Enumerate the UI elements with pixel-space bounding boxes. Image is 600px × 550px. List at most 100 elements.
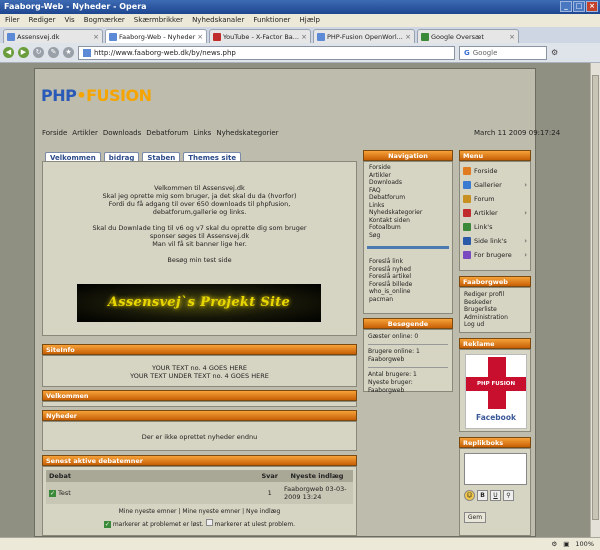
nav-item[interactable]: Fotoalbum (369, 224, 447, 232)
browser-tab-active[interactable]: Faaborg-Web - Nyheder × (105, 29, 207, 43)
maximize-button[interactable]: □ (573, 1, 585, 12)
bold-icon[interactable]: B (477, 490, 488, 501)
menu-bogmaerker[interactable]: Bogmærker (84, 16, 125, 25)
menu-item-for-brugere[interactable]: For brugere › (460, 250, 530, 260)
suggest-item[interactable]: Foreslå link (369, 258, 447, 266)
menu-item-forside[interactable]: Forside (460, 166, 530, 180)
view-icon[interactable]: ▣ (563, 540, 569, 548)
menu-funktioner[interactable]: Funktioner (253, 16, 290, 25)
zoom-level[interactable]: 100% (575, 540, 594, 548)
menu-item-side-links[interactable]: Side link's › (460, 236, 530, 250)
user-link[interactable]: Brugerliste (464, 306, 526, 314)
navigation-list: Forside Artikler Downloads FAQ Debatforu… (364, 162, 452, 241)
browser-tab[interactable]: Google Oversæt × (417, 29, 519, 43)
url-field[interactable]: http://www.faaborg-web.dk/by/news.php (78, 45, 455, 60)
site-logo[interactable]: PHP•FUSION (41, 86, 152, 118)
menu-skaermbrikker[interactable]: Skærmbrikker (134, 16, 183, 25)
minimize-button[interactable]: _ (560, 1, 572, 12)
nav-item[interactable]: FAQ (369, 187, 447, 195)
nav-link-nyhedskategorier[interactable]: Nyhedskategorier (216, 129, 278, 137)
nav-link-artikler[interactable]: Artikler (72, 129, 98, 137)
nav-item[interactable]: Debatforum (369, 194, 447, 202)
suggest-item[interactable]: Foreslå nyhed (369, 266, 447, 274)
tab-label: PHP-Fusion OpenWorl... (327, 32, 403, 41)
online-member-link[interactable]: Faaborgweb (368, 356, 448, 364)
shoutbox-bar: Replikboks (459, 437, 531, 448)
suggest-item[interactable]: who_is_online (369, 288, 447, 296)
suggest-item[interactable]: pacman (369, 296, 447, 304)
news-bar: Nyheder (42, 410, 357, 421)
nav-item[interactable]: Kontakt siden (369, 217, 447, 225)
smiley-icon[interactable]: ☺ (464, 490, 475, 501)
submenu-arrow-icon: › (524, 209, 527, 217)
nav-link-forside[interactable]: Forside (42, 129, 67, 137)
close-tab-icon[interactable]: × (301, 33, 307, 41)
menu-hjaelp[interactable]: Hjælp (300, 16, 320, 25)
browser-tab[interactable]: Assensvej.dk × (3, 29, 103, 43)
status-icon[interactable]: ⚙ (551, 540, 557, 548)
forum-topic-link[interactable]: Test (58, 489, 71, 497)
browser-tab[interactable]: YouTube - X-Factor Ba... × (209, 29, 311, 43)
forum-bar: Senest aktive debatemner (42, 455, 357, 466)
reload-icon[interactable]: ↻ (33, 47, 44, 58)
unsolved-icon (205, 519, 213, 526)
back-icon[interactable]: ◀ (3, 47, 14, 58)
menu-item-gallerier[interactable]: Gallerier › (460, 180, 530, 194)
underline-icon[interactable]: U (490, 490, 501, 501)
menu-item-forum[interactable]: Forum (460, 194, 530, 208)
user-link[interactable]: Log ud (464, 321, 526, 329)
url-text: http://www.faaborg-web.dk/by/news.php (94, 48, 236, 57)
bookmark-star-icon[interactable]: ★ (63, 47, 74, 58)
favicon-icon (109, 32, 117, 41)
menu-rediger[interactable]: Rediger (29, 16, 56, 25)
close-tab-icon[interactable]: × (93, 33, 99, 41)
forward-icon[interactable]: ▶ (18, 47, 29, 58)
close-tab-icon[interactable]: × (197, 33, 203, 41)
edit-icon[interactable]: ✎ (48, 47, 59, 58)
nav-item[interactable]: Links (369, 202, 447, 210)
nav-link-links[interactable]: Links (193, 129, 211, 137)
link-insert-icon[interactable]: ⚲ (503, 490, 514, 501)
close-tab-icon[interactable]: × (509, 33, 515, 41)
home-icon (463, 167, 471, 175)
shoutbox-send-button[interactable]: Gem (464, 512, 486, 523)
close-window-button[interactable]: × (586, 1, 598, 12)
browser-tab[interactable]: PHP-Fusion OpenWorl... × (313, 29, 415, 43)
search-field[interactable]: G Google (459, 45, 547, 60)
panel-toggle-icon[interactable]: ⚙ (551, 48, 558, 57)
suggest-item[interactable]: Foreslå billede (369, 281, 447, 289)
window-title: Faaborg-Web - Nyheder - Opera (4, 2, 147, 11)
menu-item-label: Side link's (474, 237, 507, 245)
menu-filer[interactable]: Filer (5, 16, 20, 25)
nav-link-debatforum[interactable]: Debatforum (146, 129, 188, 137)
page-scrollbar[interactable] (590, 63, 600, 537)
menu-vis[interactable]: Vis (64, 16, 74, 25)
forum-author-link[interactable]: Faaborgweb (284, 485, 323, 493)
user-link[interactable]: Rediger profil (464, 291, 526, 299)
forum-links[interactable]: Mine nyeste emner | Mine nyeste emner | … (46, 508, 353, 515)
scrollbar-thumb[interactable] (592, 75, 599, 520)
solved-check-icon: ✓ (49, 490, 56, 497)
nav-item[interactable]: Forside (369, 164, 447, 172)
user-link[interactable]: Beskeder (464, 299, 526, 307)
menu-item-artikler[interactable]: Artikler › (460, 208, 530, 222)
nav-item[interactable]: Artikler (369, 172, 447, 180)
menu-item-links[interactable]: Link's (460, 222, 530, 236)
ad-image[interactable]: PHP FUSION Facebook (465, 354, 527, 429)
close-tab-icon[interactable]: × (405, 33, 411, 41)
test-site-link[interactable]: Besøg min test side (43, 256, 356, 264)
nav-link-downloads[interactable]: Downloads (103, 129, 141, 137)
forum-legend: ✓ markerer at problemet er løst. markere… (46, 519, 353, 528)
suggest-item[interactable]: Foreslå artikel (369, 273, 447, 281)
menu-nyhedskanaler[interactable]: Nyhedskanaler (192, 16, 244, 25)
news-empty-text: Der er ikke oprettet nyheder endnu (141, 433, 258, 441)
nav-item[interactable]: Downloads (369, 179, 447, 187)
window-titlebar: Faaborg-Web - Nyheder - Opera _ □ × (0, 0, 600, 14)
shoutbox-textarea[interactable] (464, 453, 527, 485)
user-link[interactable]: Administration (464, 314, 526, 322)
nav-item[interactable]: Nyhedskategorier (369, 209, 447, 217)
nav-item[interactable]: Søg (369, 232, 447, 240)
project-banner[interactable]: Assensvej`s Projekt Site (77, 284, 321, 322)
